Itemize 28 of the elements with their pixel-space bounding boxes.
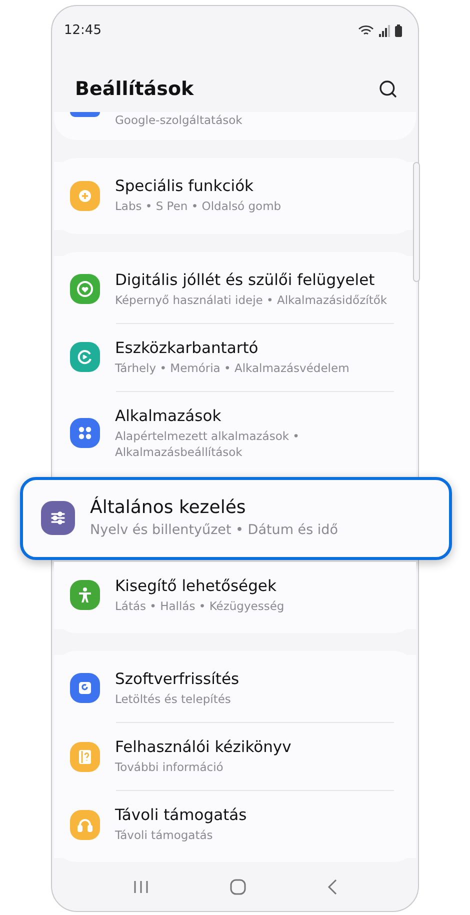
item-subtitle: Távoli támogatás: [115, 827, 214, 844]
item-title: Speciális funkciók: [115, 177, 255, 196]
item-title: Digitális jóllét és szülői felügyelet: [115, 270, 376, 289]
item-subtitle: Labs • S Pen • Oldalsó gomb: [115, 198, 282, 215]
item-title: Eszközkarbantartó: [115, 338, 260, 357]
status-time: 12:45: [64, 23, 102, 38]
settings-item[interactable]: Általános kezelés Nyelv és billentyűzet • Dátum és idő: [20, 476, 452, 560]
item-title: Alkalmazások: [115, 406, 222, 425]
item-subtitle: Látás • Hallás • Kézügyesség: [115, 598, 286, 614]
recent-apps-button[interactable]: [132, 878, 150, 895]
item-title: Általános kezelés: [90, 496, 247, 518]
search-button[interactable]: [378, 78, 398, 99]
page-title: Beállítások: [75, 78, 194, 100]
item-subtitle: Google-szolgáltatások: [115, 112, 242, 128]
item-subtitle: Letöltés és telepítés: [115, 690, 232, 708]
item-subtitle: Tárhely • Memória • Alkalmazásvédelem: [115, 360, 350, 376]
item-subtitle: Nyelv és billentyűzet • Dátum és idő: [90, 520, 339, 540]
back-button[interactable]: [326, 878, 338, 896]
item-subtitle: Alapértelmezett alkalmazások • Alkalmazásbeállítások: [115, 428, 300, 460]
item-title: Távoli támogatás: [115, 806, 248, 824]
item-title: Kisegítő lehetőségek: [115, 576, 278, 595]
status-icons: [358, 24, 404, 38]
settings-item[interactable]: Speciális funkciók Labs • S Pen • Oldalsó gomb: [54, 162, 416, 230]
item-subtitle: Képernyő használati ideje • Alkalmazásidőzítők: [115, 292, 388, 308]
item-title: Felhasználói kézikönyv: [115, 738, 292, 756]
item-title: Szoftverfrissítés: [115, 670, 240, 688]
item-subtitle: További információ: [115, 759, 224, 776]
home-button[interactable]: [228, 878, 247, 896]
